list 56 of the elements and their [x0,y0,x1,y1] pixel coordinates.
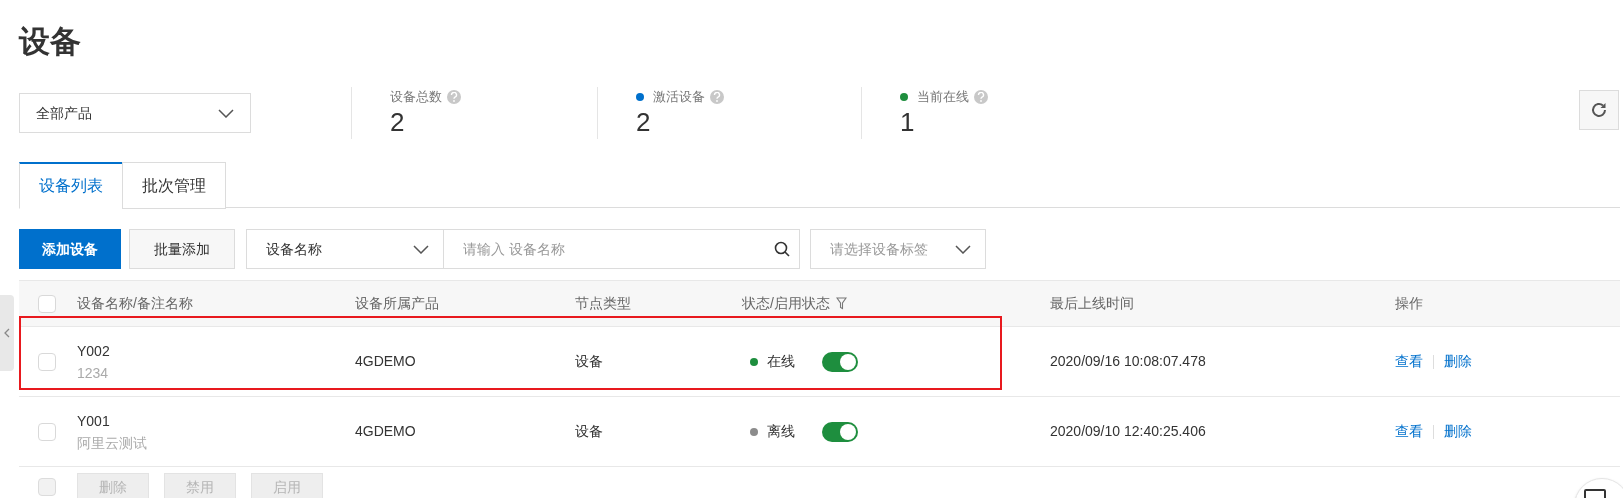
checkbox[interactable] [38,352,56,371]
table-cell-text: 4GDEMO [355,422,417,441]
toggle-switch[interactable] [822,351,858,372]
product-select[interactable]: 全部产品 [19,93,251,133]
device-name: Y001 [77,411,111,431]
stat-value: 2 [636,107,652,137]
stat-label: 设备总数 [390,88,442,107]
help-icon[interactable] [447,90,461,104]
chevron-down-icon [955,244,971,254]
stat-label: 当前在线 [917,88,969,107]
checkbox[interactable] [38,422,56,441]
status-text: 在线 [767,352,795,371]
column-header: 状态/启用状态 [742,294,830,313]
help-icon[interactable] [974,90,988,104]
add-device-button[interactable]: 添加设备 [19,229,121,269]
chevron-left-icon [4,328,10,338]
column-header: 设备所属产品 [355,294,439,313]
chevron-down-icon [218,108,234,118]
action-link[interactable]: 删除 [1444,351,1472,372]
stat-value: 2 [390,107,406,137]
table-cell-text: 设备 [575,352,604,371]
column-header: 设备名称/备注名称 [77,294,193,313]
table-cell-text: 2020/09/10 12:40:25.406 [1050,422,1207,441]
table-cell-text: 4GDEMO [355,352,417,371]
device-note: 1234 [77,363,110,383]
toggle-switch[interactable] [822,421,858,442]
action-link[interactable]: 查看 [1395,351,1423,372]
stat-value: 1 [900,107,916,137]
stat-label: 激活设备 [653,88,705,107]
refresh-icon [1590,101,1608,119]
device-note: 阿里云测试 [77,433,148,453]
table-cell-text: 设备 [575,422,604,441]
chat-icon [1584,489,1606,498]
column-header: 节点类型 [575,294,631,313]
page-title: 设备 [19,23,82,61]
checkbox[interactable] [38,478,56,496]
tab[interactable]: 设备列表 [19,162,123,209]
search-field[interactable]: 请输入 设备名称 [443,229,800,269]
action-link[interactable]: 查看 [1395,421,1423,442]
tag-select[interactable]: 请选择设备标签 [810,229,986,269]
checkbox[interactable] [38,294,56,313]
column-header: 操作 [1395,294,1423,313]
action-link[interactable]: 删除 [1444,421,1472,442]
table-cell-text: 2020/09/16 10:08:07.478 [1050,352,1207,371]
filter-icon[interactable] [835,297,847,310]
search-type-select[interactable]: 设备名称 [246,229,444,269]
batch-add-button[interactable]: 批量添加 [129,229,235,269]
collapse-handle[interactable] [0,295,14,371]
refresh-button[interactable] [1579,90,1619,130]
help-icon[interactable] [710,90,724,104]
tab[interactable]: 批次管理 [122,162,226,209]
status-text: 离线 [767,422,795,441]
device-name: Y002 [77,341,111,361]
chevron-down-icon [413,244,429,254]
search-icon [774,241,790,257]
column-header: 最后上线时间 [1050,294,1134,313]
